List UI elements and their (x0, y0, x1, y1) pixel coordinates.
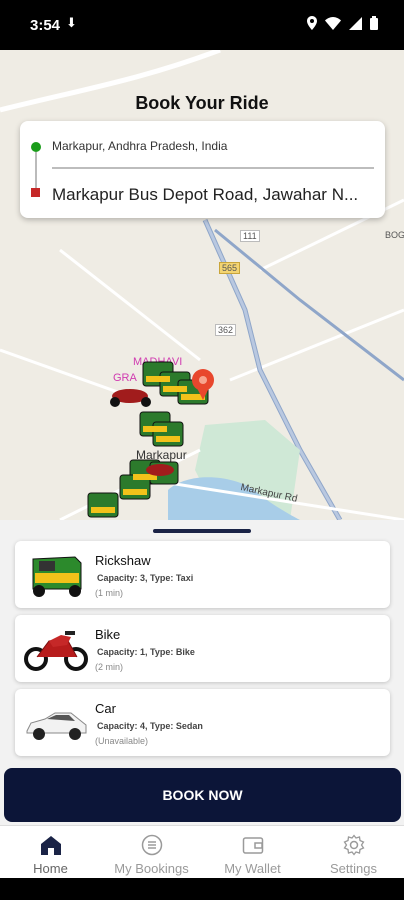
vehicle-name: Car (95, 701, 116, 716)
vehicle-details: Capacity: 3, Type: Taxi (97, 573, 194, 583)
nav-home-label: Home (33, 861, 68, 876)
vehicle-card-bike[interactable]: Bike Capacity: 1, Type: Bike (2 min) (15, 615, 390, 682)
wallet-icon (242, 837, 263, 854)
pickup-location[interactable]: Markapur, Andhra Pradesh, India (52, 139, 227, 153)
vehicle-eta: (2 min) (95, 662, 124, 672)
rickshaw-image (32, 556, 82, 597)
nav-home[interactable]: Home (0, 826, 101, 879)
dropoff-square-icon (31, 188, 40, 197)
vehicle-name: Bike (95, 627, 121, 642)
nav-settings[interactable]: Settings (303, 826, 404, 879)
nav-my-bookings[interactable]: My Bookings (101, 826, 202, 879)
book-now-button[interactable]: BOOK NOW (4, 768, 401, 822)
gear-icon (343, 834, 364, 856)
status-time: 3:54 (30, 17, 61, 34)
vehicle-card-rickshaw[interactable]: Rickshaw Capacity: 3, Type: Taxi (1 min) (15, 541, 390, 608)
vehicle-card-car[interactable]: Car Capacity: 4, Type: Sedan (Unavailabl… (15, 689, 390, 756)
route-divider (52, 167, 374, 169)
route-connector (35, 152, 37, 189)
vehicle-details: Capacity: 1, Type: Bike (97, 647, 195, 657)
dropoff-location[interactable]: Markapur Bus Depot Road, Jawahar N... (52, 185, 372, 205)
vehicle-eta: (Unavailable) (95, 736, 149, 746)
nav-my-bookings-label: My Bookings (114, 861, 189, 876)
nav-settings-label: Settings (330, 861, 377, 876)
nav-my-wallet-label: My Wallet (224, 861, 281, 876)
status-icons (307, 16, 378, 30)
battery-icon (370, 16, 378, 30)
route-card: Markapur, Andhra Pradesh, India Markapur… (20, 121, 385, 218)
nav-my-wallet[interactable]: My Wallet (202, 826, 303, 879)
vehicle-details: Capacity: 4, Type: Sedan (97, 721, 203, 731)
location-icon (307, 16, 317, 30)
download-icon: ⬇ (66, 15, 77, 30)
list-icon (141, 834, 162, 856)
system-nav-bar (0, 878, 404, 900)
vehicle-name: Rickshaw (95, 553, 151, 568)
motorbike-image (24, 631, 88, 671)
pickup-dot-icon (31, 142, 41, 152)
wifi-icon (325, 16, 341, 30)
home-icon (40, 836, 61, 855)
signal-icon (349, 16, 362, 30)
sheet-drag-handle[interactable] (153, 529, 251, 533)
status-bar: 3:54 ⬇ (0, 0, 404, 50)
bottom-nav: Home My Bookings My Wallet Settings (0, 825, 404, 879)
page-title: Book Your Ride (135, 93, 269, 113)
vehicle-eta: (1 min) (95, 588, 124, 598)
car-image (26, 712, 87, 740)
